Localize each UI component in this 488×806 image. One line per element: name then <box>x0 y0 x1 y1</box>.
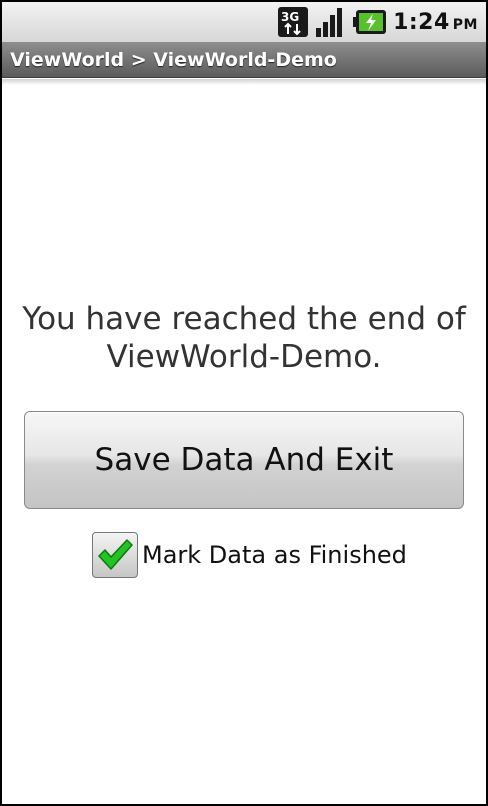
screen: 3G 1:24 PM ViewWorld > ViewWorld-Demo Yo… <box>0 0 488 806</box>
svg-text:3G: 3G <box>281 10 299 24</box>
3g-icon: 3G <box>277 7 309 37</box>
title-bar-shadow <box>2 79 486 85</box>
status-bar: 3G 1:24 PM <box>2 2 486 42</box>
save-and-exit-button[interactable]: Save Data And Exit <box>24 411 464 509</box>
clock-time: 1:24 <box>393 9 450 35</box>
title-bar: ViewWorld > ViewWorld-Demo <box>2 42 486 78</box>
page-title: ViewWorld > ViewWorld-Demo <box>10 48 337 71</box>
clock-ampm: PM <box>452 16 478 33</box>
signal-strength-icon <box>315 7 347 37</box>
save-button-label: Save Data And Exit <box>94 442 394 478</box>
status-clock: 1:24 PM <box>393 10 478 35</box>
battery-charging-icon <box>353 7 387 37</box>
mark-finished-checkbox[interactable] <box>92 532 138 578</box>
end-message: You have reached the end of ViewWorld-De… <box>22 301 466 375</box>
mark-finished-row[interactable]: Mark Data as Finished <box>92 530 407 580</box>
checkmark-icon <box>98 539 133 570</box>
mark-finished-label[interactable]: Mark Data as Finished <box>142 541 407 569</box>
